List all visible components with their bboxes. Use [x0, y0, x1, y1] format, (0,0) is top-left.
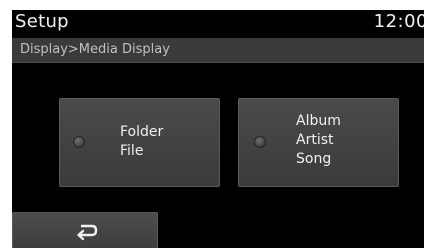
option-line-song: Song: [296, 151, 332, 167]
option-line-artist: Artist: [296, 132, 334, 148]
option-line-file: File: [120, 143, 144, 159]
option-label: Folder File: [120, 123, 163, 161]
option-line-album: Album: [296, 113, 341, 129]
option-line-folder: Folder: [120, 124, 164, 140]
page-title: Setup: [15, 11, 69, 32]
option-label: Album Artist Song: [296, 112, 341, 169]
radio-indicator-icon: [254, 136, 266, 148]
title-bar: Setup 12:00: [12, 10, 424, 35]
clock: 12:00: [373, 11, 424, 32]
breadcrumb: Display>Media Display: [20, 42, 170, 57]
breadcrumb-bar: Display>Media Display: [12, 38, 424, 63]
back-button[interactable]: [12, 212, 158, 248]
media-display-options: Folder File Album Artist Song: [12, 63, 424, 248]
album-artist-song-option-button[interactable]: Album Artist Song: [238, 98, 399, 187]
head-unit-screen: Setup 12:00 Display>Media Display Folder…: [12, 10, 424, 248]
radio-indicator-icon: [73, 136, 85, 148]
back-arrow-icon: [77, 224, 98, 241]
folder-file-option-button[interactable]: Folder File: [59, 98, 220, 187]
